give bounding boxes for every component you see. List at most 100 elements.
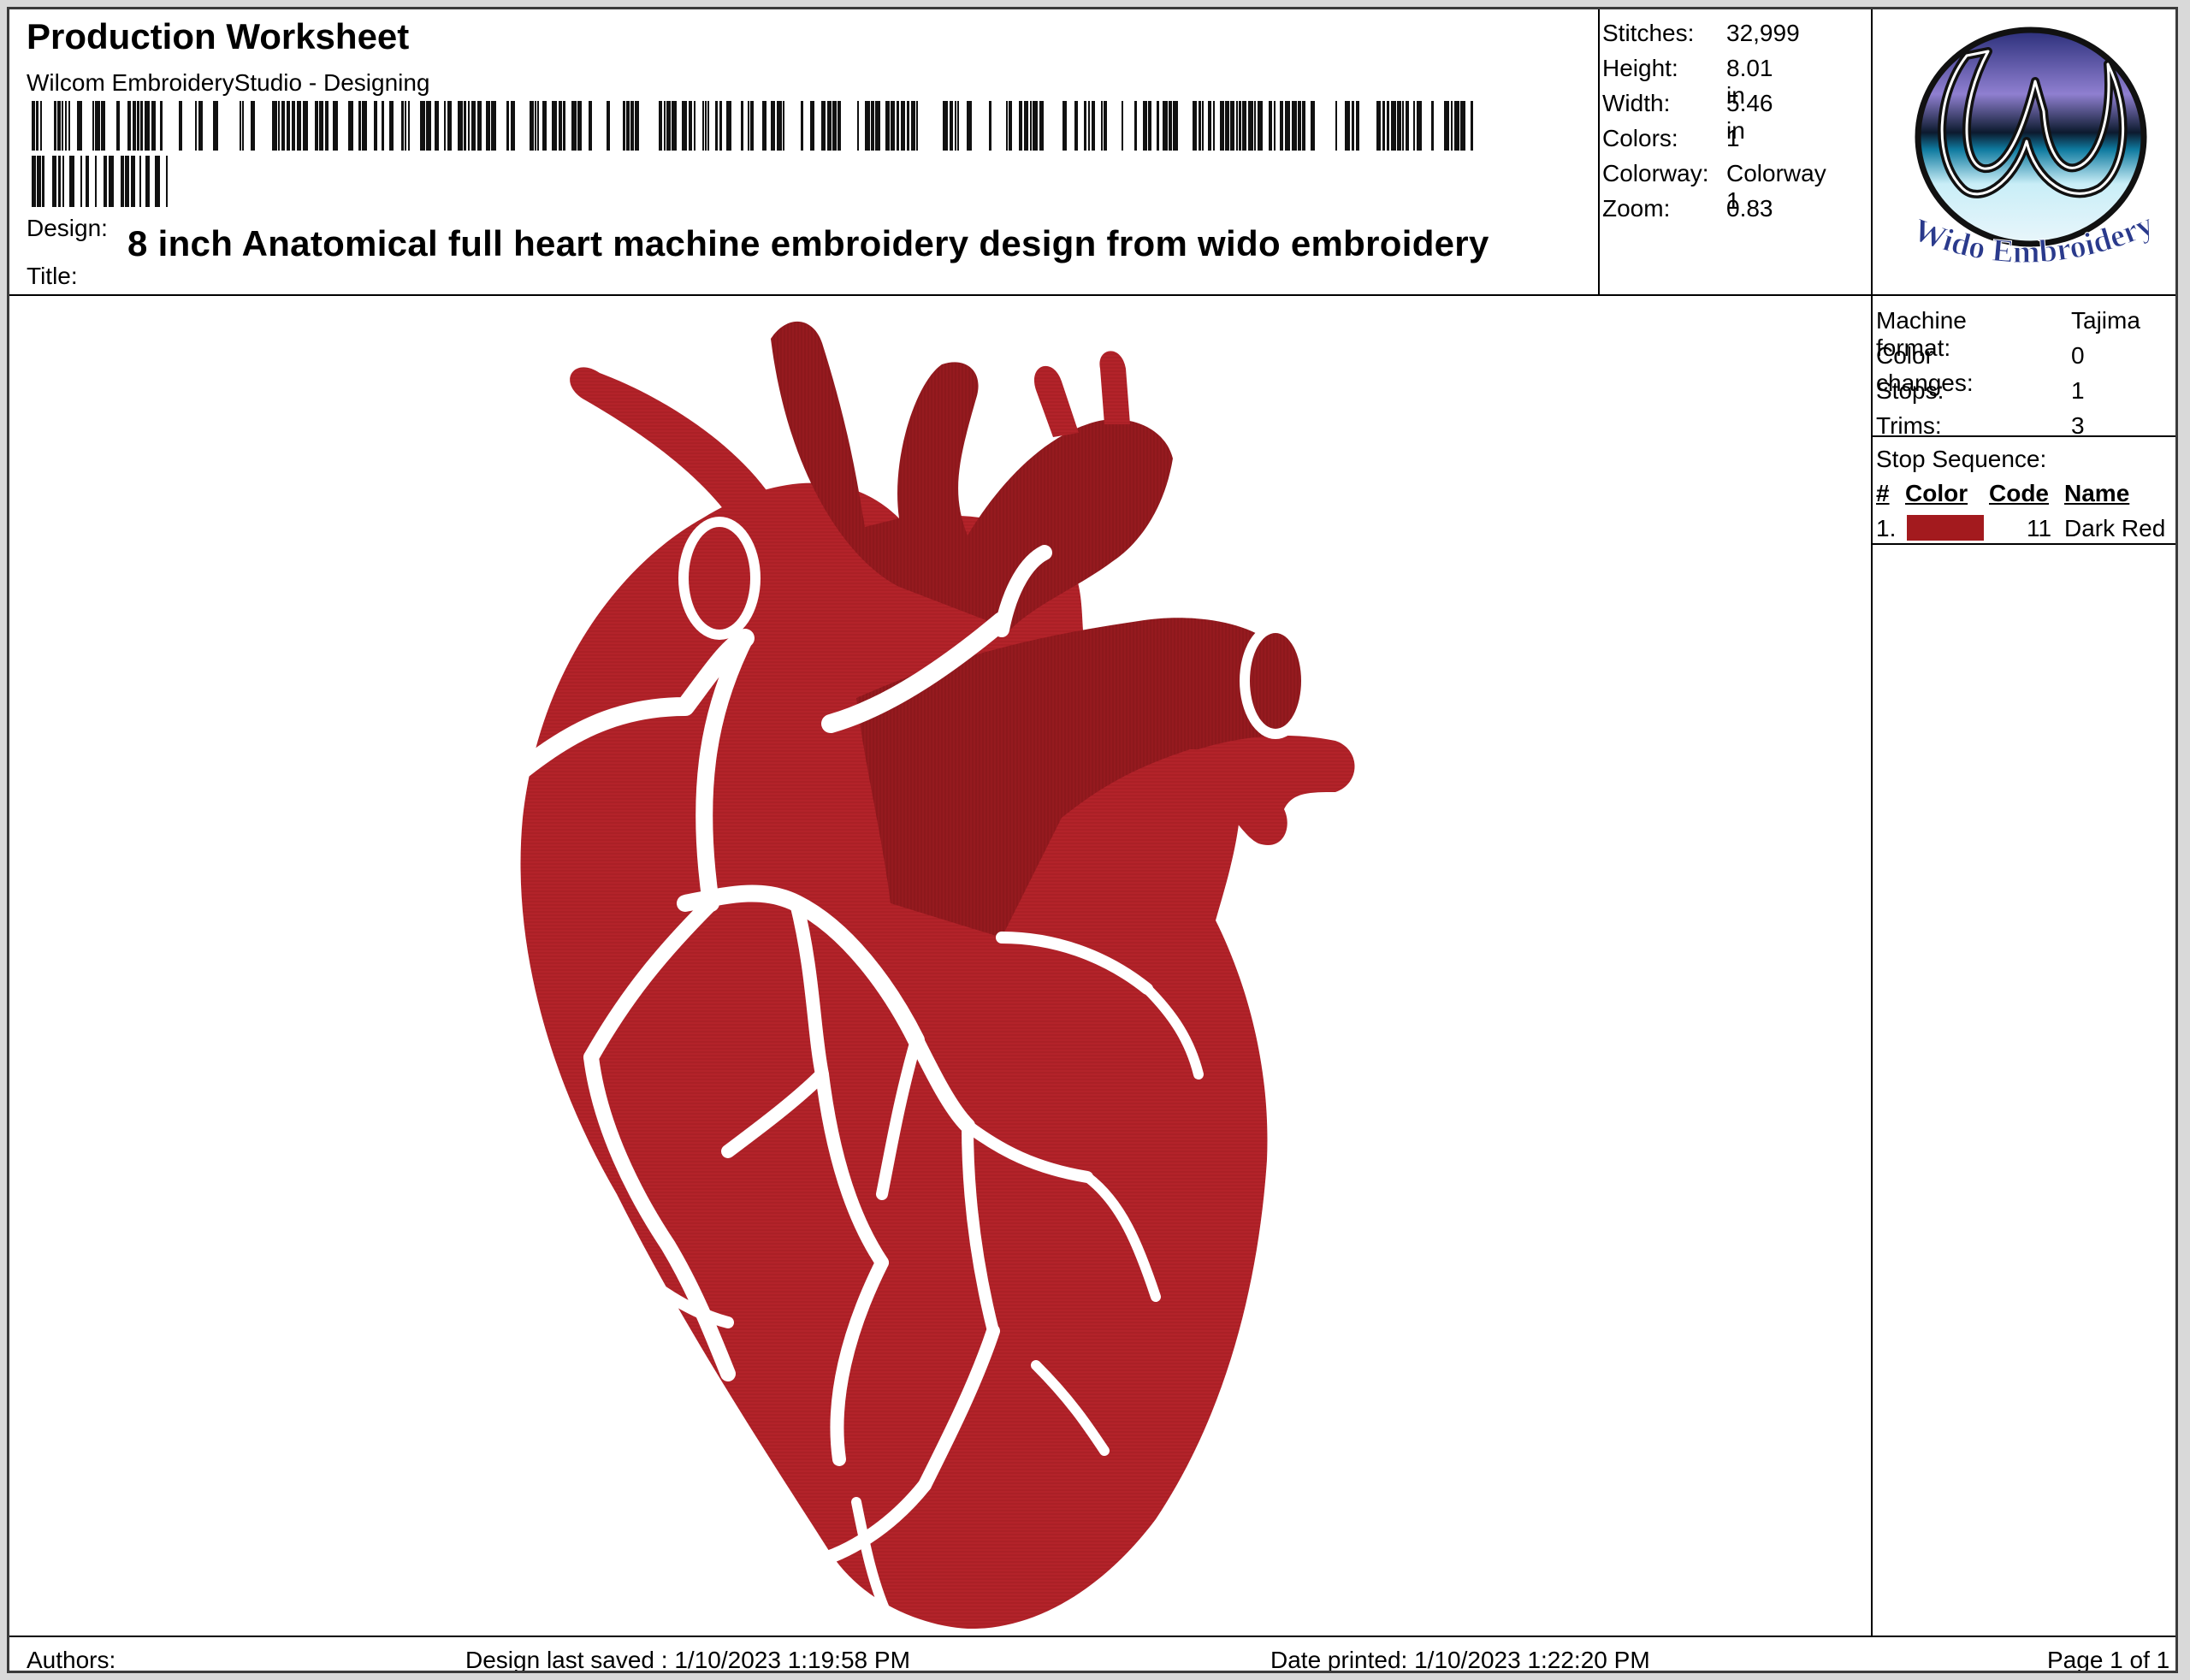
barcode-bar — [1454, 101, 1459, 151]
barcode-bar — [166, 156, 168, 207]
barcode-bar — [486, 101, 490, 151]
barcode-bar — [80, 156, 82, 207]
barcode-bar — [1134, 101, 1137, 151]
barcode-bar — [630, 101, 634, 151]
barcode-bar — [54, 101, 56, 151]
barcode-bar — [967, 101, 972, 151]
stat-label: Stitches: — [1602, 20, 1695, 46]
barcode-bar — [1092, 101, 1095, 151]
barcode-bar — [535, 101, 536, 151]
barcode-bar — [140, 101, 143, 151]
barcode-bar — [1163, 101, 1168, 151]
barcode-bar — [950, 101, 953, 151]
barcode-bar — [303, 101, 308, 151]
barcode-bar — [37, 156, 41, 207]
barcode-bar — [1352, 101, 1354, 151]
barcode-bar — [1030, 101, 1032, 151]
stat-label: Height: — [1602, 55, 1678, 81]
barcode-bar — [133, 101, 136, 151]
barcode-bar — [420, 101, 425, 151]
anatomical-heart-embroidery-icon — [496, 321, 1355, 1630]
barcode-bar — [530, 101, 534, 151]
barcode-bar — [832, 101, 837, 151]
barcode-bar — [1335, 101, 1337, 151]
barcode-bar — [1193, 101, 1197, 151]
seq-row-code: 11 — [2027, 515, 2052, 541]
barcode-bar — [666, 101, 671, 151]
barcode-bar — [821, 101, 826, 151]
barcode-row-1 — [32, 101, 1473, 151]
barcode-bar — [705, 101, 707, 151]
barcode-bar — [777, 101, 782, 151]
barcode-bar — [77, 101, 82, 151]
barcode-bar — [109, 156, 114, 207]
barcode-bar — [589, 101, 592, 151]
barcode-bar — [155, 156, 160, 207]
footer-authors: Authors: — [27, 1647, 116, 1673]
barcode-bar — [943, 101, 948, 151]
barcode-bar — [251, 101, 255, 151]
barcode-bar — [444, 101, 446, 151]
barcode-bar — [1084, 101, 1086, 151]
stat-value: 1 — [1726, 125, 1740, 151]
barcode-bar — [623, 101, 625, 151]
footer-page: Page 1 of 1 — [2047, 1647, 2170, 1673]
barcode-bar — [62, 156, 64, 207]
barcode-bar — [1285, 101, 1290, 151]
barcode-bar — [1173, 101, 1178, 151]
barcode-bar — [32, 101, 35, 151]
barcode-bar — [65, 101, 67, 151]
machine-value: 1 — [2071, 377, 2085, 404]
barcode-bar — [1391, 101, 1396, 151]
barcode-bar — [1258, 101, 1263, 151]
barcode-row-2 — [32, 156, 168, 207]
barcode-bar — [104, 156, 107, 207]
barcode-bar — [1122, 101, 1123, 151]
barcode-bar — [1444, 101, 1449, 151]
barcode-bar — [405, 101, 406, 151]
barcode-bar — [42, 156, 44, 207]
barcode-bar — [511, 101, 515, 151]
barcode-bar — [659, 101, 662, 151]
barcode-bar — [151, 101, 156, 151]
barcode-bar — [635, 101, 639, 151]
seq-header-name: Name — [2064, 480, 2130, 506]
barcode-bar — [916, 101, 918, 151]
barcode-bar — [1199, 101, 1201, 151]
barcode-bar — [719, 101, 722, 151]
stat-label: Colorway: — [1602, 160, 1709, 186]
barcode-bar — [559, 101, 562, 151]
machine-label: Stops: — [1876, 377, 1944, 404]
barcode-bar — [121, 156, 124, 207]
barcode-bar — [160, 101, 163, 151]
barcode-bar — [319, 101, 323, 151]
barcode-bar — [827, 101, 832, 151]
barcode-bar — [715, 101, 718, 151]
barcode-bar — [1431, 101, 1434, 151]
barcode-bar — [57, 101, 61, 151]
barcode-bar — [771, 101, 775, 151]
barcode-bar — [1451, 101, 1453, 151]
barcode-bar — [1387, 101, 1389, 151]
barcode-bar — [1213, 101, 1215, 151]
barcode-bar — [1220, 101, 1224, 151]
barcode-bar — [40, 101, 42, 151]
barcode-bar — [750, 101, 754, 151]
barcode-bar — [1101, 101, 1103, 151]
barcode-bar — [435, 101, 439, 151]
barcode-bar — [426, 101, 431, 151]
barcode-bar — [1397, 101, 1401, 151]
barcode-bar — [726, 101, 731, 151]
barcode-bar — [471, 101, 476, 151]
barcode-bar — [101, 101, 105, 151]
seq-row-name: Dark Red — [2064, 515, 2166, 541]
barcode-bar — [116, 101, 120, 151]
barcode-bar — [901, 101, 905, 151]
machine-label: Trims: — [1876, 412, 1942, 439]
stats-left-divider — [1598, 9, 1600, 296]
wido-embroidery-logo-icon: Wido Embroidery — [1908, 27, 2159, 270]
barcode-bar — [741, 101, 743, 151]
barcode-bar — [506, 101, 509, 151]
barcode-bar — [1274, 101, 1276, 151]
barcode-bar — [1345, 101, 1350, 151]
